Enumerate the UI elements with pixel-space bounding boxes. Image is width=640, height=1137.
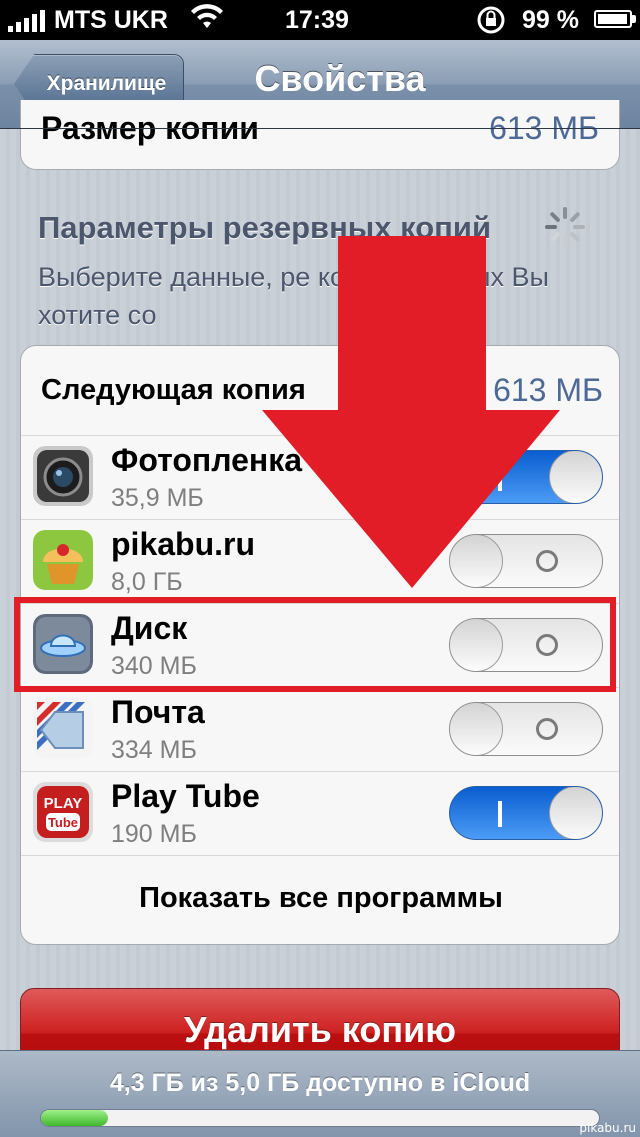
app-name: Фотопленка — [111, 442, 303, 478]
backup-size-cell: Размер копии 613 МБ — [20, 100, 620, 170]
app-size: 334 МБ — [111, 736, 197, 764]
camera-icon — [33, 446, 93, 506]
wifi-icon — [191, 4, 223, 28]
battery-tip — [632, 15, 636, 23]
next-backup-row: Следующая копия 613 МБ — [21, 346, 619, 436]
section-title: Параметры резервных копий — [38, 210, 492, 245]
next-backup-value: 613 МБ — [493, 372, 603, 408]
show-all-label: Показать все программы — [139, 882, 503, 914]
app-row-play-tube: PLAY Tube Play Tube 190 МБ — [21, 772, 619, 856]
svg-text:PLAY: PLAY — [44, 795, 83, 812]
navbar-divider — [0, 128, 640, 129]
status-time: 17:39 — [285, 6, 349, 34]
carrier-name: MTS UKR — [54, 6, 168, 34]
battery-percent: 99 % — [522, 6, 579, 34]
pikabu-cupcake-icon — [33, 530, 93, 590]
backup-toggle[interactable] — [449, 534, 603, 588]
icloud-storage-bar: 4,3 ГБ из 5,0 ГБ доступно в iCloud pikab… — [0, 1050, 640, 1137]
storage-text: 4,3 ГБ из 5,0 ГБ доступно в iCloud — [109, 1069, 531, 1097]
app-row-camera-roll: Фотопленка 35,9 МБ — [21, 436, 619, 520]
app-row-mail: Почта 334 МБ — [21, 688, 619, 772]
svg-text:Tube: Tube — [48, 815, 78, 830]
app-size: 190 МБ — [111, 820, 197, 848]
app-name: Почта — [111, 694, 205, 730]
next-backup-label: Следующая копия — [41, 374, 306, 406]
play-tube-icon: PLAY Tube — [33, 782, 93, 842]
watermark: pikabu.ru — [579, 1121, 636, 1135]
page-title: Свойства — [254, 58, 426, 99]
rotation-lock-icon — [477, 6, 505, 34]
signal-strength-icon — [8, 10, 45, 32]
show-all-apps-button[interactable]: Показать все программы — [21, 852, 619, 944]
app-size: 35,9 МБ — [111, 484, 204, 512]
mail-envelope-icon — [33, 698, 93, 758]
battery-icon — [594, 10, 632, 28]
storage-progress-fill — [41, 1110, 108, 1126]
app-name: pikabu.ru — [111, 526, 256, 562]
app-row-pikabu: pikabu.ru 8,0 ГБ — [21, 520, 619, 604]
app-size: 8,0 ГБ — [111, 568, 183, 596]
backup-toggle[interactable] — [449, 702, 603, 756]
status-bar: MTS UKR 17:39 99 % — [0, 0, 640, 40]
backup-toggle[interactable] — [449, 786, 603, 840]
app-name: Play Tube — [111, 778, 260, 814]
storage-progress-track — [40, 1109, 600, 1127]
backup-toggle[interactable] — [449, 450, 603, 504]
section-description: Выберите данные, ре копию которых Вы хот… — [38, 262, 549, 330]
loading-spinner-icon — [545, 207, 585, 247]
highlight-frame — [14, 597, 616, 692]
